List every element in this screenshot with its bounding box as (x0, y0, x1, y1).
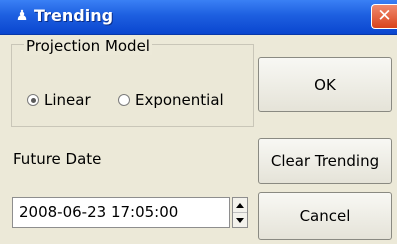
radio-linear-indicator[interactable] (27, 94, 39, 106)
spin-up-button[interactable] (233, 198, 247, 213)
projection-model-group (11, 44, 254, 127)
clear-trending-button[interactable]: Clear Trending (258, 138, 392, 184)
trending-dialog: ♟ Trending ✕ Projection Model Linear Exp… (0, 0, 397, 244)
app-icon: ♟ (15, 8, 29, 24)
chevron-down-icon (236, 217, 244, 223)
radio-exponential-label: Exponential (135, 91, 224, 109)
radio-linear-label: Linear (44, 91, 91, 109)
cancel-button[interactable]: Cancel (258, 192, 392, 240)
date-spinner[interactable] (232, 197, 248, 228)
title-bar[interactable]: ♟ Trending ✕ (0, 0, 397, 35)
window-title: Trending (34, 6, 114, 25)
close-icon: ✕ (377, 6, 392, 26)
projection-model-label: Projection Model (24, 37, 152, 55)
chevron-up-icon (236, 202, 244, 208)
ok-button[interactable]: OK (258, 57, 392, 112)
radio-exponential-indicator[interactable] (118, 94, 130, 106)
radio-exponential[interactable]: Exponential (118, 90, 224, 110)
future-date-field[interactable]: 2008-06-23 17:05:00 (12, 197, 230, 228)
spin-down-button[interactable] (233, 213, 247, 227)
future-date-label: Future Date (13, 150, 102, 168)
close-button[interactable]: ✕ (371, 4, 397, 29)
radio-linear[interactable]: Linear (27, 90, 91, 110)
